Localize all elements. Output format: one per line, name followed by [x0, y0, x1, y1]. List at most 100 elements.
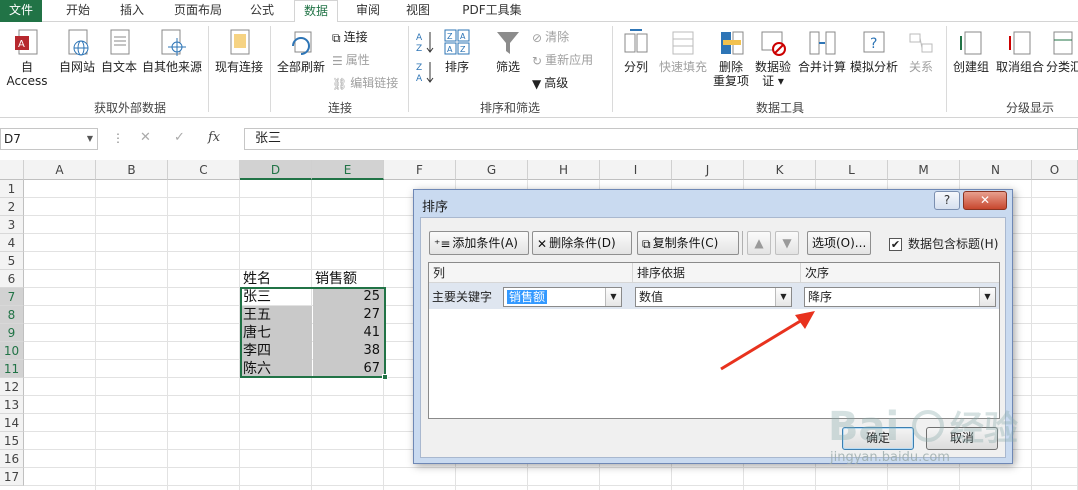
column-header-o[interactable]: O: [1032, 160, 1078, 180]
column-header-k[interactable]: K: [744, 160, 816, 180]
properties-button[interactable]: ☰ 属性: [332, 51, 370, 69]
cell-e6-header[interactable]: 销售额: [313, 270, 384, 288]
has-headers-checkbox[interactable]: ✔ 数据包含标题(H): [889, 235, 998, 252]
reapply-button[interactable]: ↻ 重新应用: [532, 51, 593, 69]
column-header-d[interactable]: D: [240, 160, 312, 180]
column-header-a[interactable]: A: [24, 160, 96, 180]
sort-order-select[interactable]: 降序 ▼: [804, 287, 996, 307]
sort-on-select[interactable]: 数值 ▼: [635, 287, 792, 307]
tab-insert[interactable]: 插入: [110, 0, 154, 22]
sort-az-button[interactable]: AZ: [414, 30, 436, 56]
row-header-10[interactable]: 10: [0, 342, 24, 360]
filter-button[interactable]: 筛选: [488, 28, 528, 74]
row-header-5[interactable]: 5: [0, 252, 24, 270]
insert-function-icon[interactable]: fx: [208, 130, 220, 145]
enter-check-icon[interactable]: ✓: [174, 130, 185, 145]
tab-view[interactable]: 视图: [398, 0, 438, 22]
existing-connections-button[interactable]: 现有连接: [212, 28, 266, 74]
row-header-9[interactable]: 9: [0, 324, 24, 342]
properties-icon: ☰: [332, 53, 343, 68]
column-header-j[interactable]: J: [672, 160, 744, 180]
connections-button[interactable]: ⧉ 连接: [332, 28, 368, 46]
close-icon: ✕: [979, 193, 991, 207]
from-other-sources-button[interactable]: 自其他来源: [140, 28, 204, 74]
remove-duplicates-button[interactable]: 删除 重复项: [710, 28, 752, 88]
chevron-down-icon[interactable]: ▼: [87, 129, 93, 149]
tab-page-layout[interactable]: 页面布局: [166, 0, 230, 22]
row-header-6[interactable]: 6: [0, 270, 24, 288]
column-header-n[interactable]: N: [960, 160, 1032, 180]
column-header-h[interactable]: H: [528, 160, 600, 180]
reapply-icon: ↻: [532, 53, 543, 68]
delete-level-button[interactable]: ✕ 删除条件(D): [532, 231, 632, 255]
consolidate-button[interactable]: 合并计算: [796, 28, 848, 74]
sort-column-select[interactable]: 销售额 ▼: [503, 287, 622, 307]
from-text-label: 自文本: [100, 60, 137, 74]
sort-za-button[interactable]: ZA: [414, 60, 436, 86]
row-header-3[interactable]: 3: [0, 216, 24, 234]
row-header-4[interactable]: 4: [0, 234, 24, 252]
from-text-button[interactable]: 自文本: [98, 28, 140, 74]
group-icon: [960, 31, 982, 55]
options-button[interactable]: 选项(O)...: [807, 231, 871, 255]
ungroup-icon: [1009, 31, 1031, 55]
column-header-g[interactable]: G: [456, 160, 528, 180]
column-header-m[interactable]: M: [888, 160, 960, 180]
clear-button[interactable]: ⊘ 清除: [532, 28, 569, 46]
row-header-17[interactable]: 17: [0, 468, 24, 486]
dialog-title: 排序: [422, 200, 449, 215]
close-button[interactable]: ✕: [963, 191, 1007, 210]
svg-text:A: A: [460, 32, 466, 41]
from-access-button[interactable]: A 自 Access: [0, 28, 54, 88]
relationships-button[interactable]: 关系: [902, 28, 940, 74]
row-header-1[interactable]: 1: [0, 180, 24, 198]
edit-links-button[interactable]: ⛓ 编辑链接: [332, 74, 398, 92]
ungroup-button[interactable]: 取消组合: [994, 28, 1046, 74]
tab-pdf-tools[interactable]: PDF工具集: [452, 0, 532, 22]
tab-review[interactable]: 审阅: [348, 0, 388, 22]
row-header-7[interactable]: 7: [0, 288, 24, 306]
move-up-button[interactable]: ▲: [747, 231, 771, 255]
row-header-2[interactable]: 2: [0, 198, 24, 216]
sort-button[interactable]: ZAAZ 排序: [440, 28, 474, 74]
column-header-l[interactable]: L: [816, 160, 888, 180]
cancel-icon[interactable]: ✕: [140, 130, 151, 145]
svg-text:?: ?: [870, 36, 877, 52]
svg-text:Bai: Bai: [828, 404, 899, 450]
tab-file[interactable]: 文件: [0, 0, 42, 22]
cell-d6-header[interactable]: 姓名: [241, 270, 312, 288]
from-web-button[interactable]: 自网站: [56, 28, 98, 74]
row-header-8[interactable]: 8: [0, 306, 24, 324]
help-button[interactable]: ?: [934, 191, 960, 210]
tab-data[interactable]: 数据: [294, 0, 338, 23]
advanced-filter-button[interactable]: ▼ 高级: [532, 74, 568, 92]
fill-handle[interactable]: [382, 374, 388, 380]
column-header-b[interactable]: B: [96, 160, 168, 180]
group-button[interactable]: 创建组: [948, 28, 994, 74]
tab-formulas[interactable]: 公式: [240, 0, 284, 22]
name-box[interactable]: D7 ▼: [0, 128, 98, 150]
add-level-button[interactable]: ⁺≡ 添加条件(A): [429, 231, 529, 255]
row-header-13[interactable]: 13: [0, 396, 24, 414]
row-header-15[interactable]: 15: [0, 432, 24, 450]
column-header-e[interactable]: E: [312, 160, 384, 180]
row-header-11[interactable]: 11: [0, 360, 24, 378]
tab-home[interactable]: 开始: [58, 0, 98, 22]
what-if-analysis-button[interactable]: ? 模拟分析: [848, 28, 900, 74]
flash-fill-button[interactable]: 快速填充: [656, 28, 710, 74]
column-header-c[interactable]: C: [168, 160, 240, 180]
refresh-all-button[interactable]: 全部刷新: [274, 28, 328, 74]
text-to-columns-button[interactable]: 分列: [616, 28, 656, 74]
ribbon: A 自 Access 自网站 自文本 自其他来源 现有连接 获取外部数据 全部刷…: [0, 22, 1078, 118]
move-down-button[interactable]: ▼: [775, 231, 799, 255]
column-header-f[interactable]: F: [384, 160, 456, 180]
select-all-corner[interactable]: [0, 160, 24, 180]
row-header-14[interactable]: 14: [0, 414, 24, 432]
data-validation-button[interactable]: 数据验证 ▾: [752, 28, 794, 88]
formula-input[interactable]: 张三: [244, 128, 1078, 150]
row-header-12[interactable]: 12: [0, 378, 24, 396]
copy-level-button[interactable]: ⧉ 复制条件(C): [637, 231, 739, 255]
subtotal-button[interactable]: 分类汇: [1046, 28, 1078, 74]
column-header-i[interactable]: I: [600, 160, 672, 180]
row-header-16[interactable]: 16: [0, 450, 24, 468]
